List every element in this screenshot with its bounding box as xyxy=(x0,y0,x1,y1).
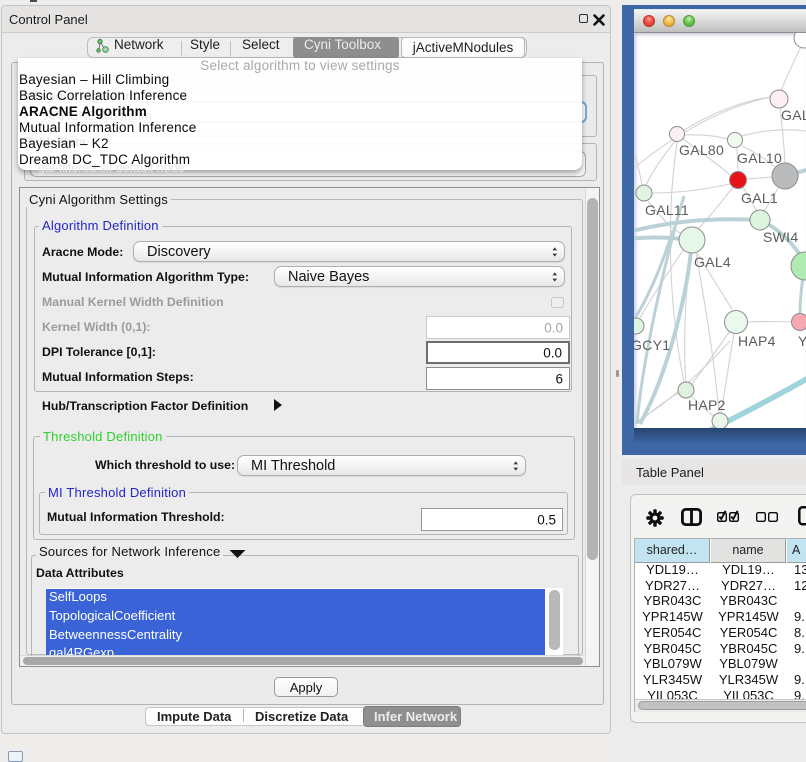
svg-text:GAL80: GAL80 xyxy=(679,142,724,158)
svg-text:HAP2: HAP2 xyxy=(688,397,726,413)
svg-text:Y: Y xyxy=(798,333,806,349)
svg-text:GAL10: GAL10 xyxy=(737,150,782,166)
svg-text:SWI4: SWI4 xyxy=(763,229,798,245)
svg-text:GAL1: GAL1 xyxy=(741,190,778,206)
svg-text:GCY1: GCY1 xyxy=(634,337,670,353)
svg-text:HAP4: HAP4 xyxy=(738,333,776,349)
svg-text:GAL4: GAL4 xyxy=(694,254,731,270)
svg-text:GAL2: GAL2 xyxy=(781,107,806,123)
svg-text:GAL11: GAL11 xyxy=(645,202,689,218)
